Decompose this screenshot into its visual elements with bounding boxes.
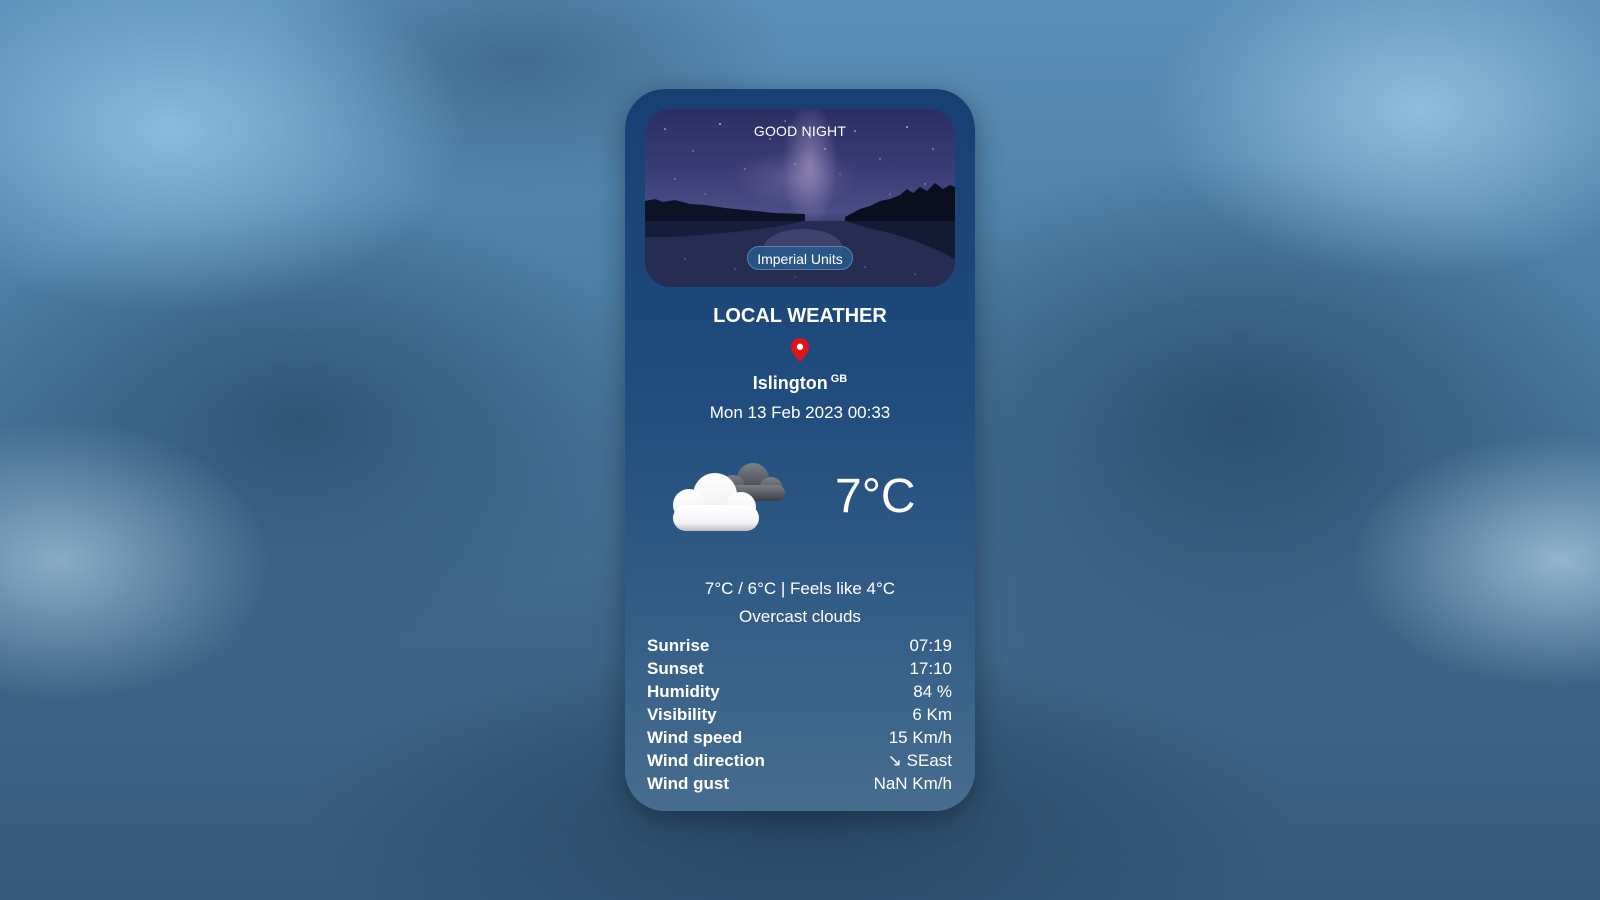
detail-value: 6 Km — [912, 705, 952, 724]
weather-description: Overcast clouds — [739, 607, 861, 626]
detail-label: Visibility — [647, 705, 717, 724]
min-max-feels-like: 7°C / 6°C | Feels like 4°C — [704, 579, 896, 598]
page-title: LOCAL WEATHER — [713, 305, 887, 327]
imperial-units-button[interactable]: Imperial Units — [747, 246, 853, 270]
detail-row-sunset: Sunset 17:10 — [647, 657, 952, 680]
detail-row-visibility: Visibility 6 Km — [647, 703, 952, 726]
page: { "header": { "greeting": "GOOD NIGHT", … — [0, 0, 1600, 900]
night-sky-image: GOOD NIGHT Imperial Units — [645, 109, 955, 287]
location-name: Islington GB — [625, 373, 975, 394]
detail-value: ↘ SEast — [887, 751, 952, 770]
country-code: GB — [830, 373, 848, 385]
detail-value: 17:10 — [909, 659, 952, 678]
detail-row-sunrise: Sunrise 07:19 — [647, 634, 952, 657]
detail-label: Wind speed — [647, 728, 743, 747]
detail-row-wind-gust: Wind gust NaN Km/h — [647, 772, 952, 795]
detail-row-humidity: Humidity 84 % — [647, 680, 952, 703]
city-name: Islington — [752, 373, 828, 393]
detail-value: 15 Km/h — [888, 728, 952, 747]
detail-label: Wind direction — [647, 751, 765, 770]
detail-value: 07:19 — [909, 636, 952, 655]
detail-label: Sunset — [647, 659, 704, 678]
detail-row-wind-speed: Wind speed 15 Km/h — [647, 726, 952, 749]
greeting-text: GOOD NIGHT — [753, 123, 847, 139]
detail-value: NaN Km/h — [873, 774, 952, 793]
detail-row-wind-direction: Wind direction ↘ SEast — [647, 749, 952, 772]
date-time: Mon 13 Feb 2023 00:33 — [709, 403, 891, 422]
weather-card: GOOD NIGHT Imperial Units LOCAL WEATHER … — [625, 89, 975, 811]
detail-label: Wind gust — [647, 774, 729, 793]
detail-label: Sunrise — [647, 636, 710, 655]
weather-details-list: Sunrise 07:19 Sunset 17:10 Humidity 84 %… — [647, 634, 952, 795]
overcast-clouds-icon — [673, 463, 785, 531]
detail-value: 84 % — [913, 682, 952, 701]
map-pin-icon — [791, 338, 809, 362]
current-temperature: 7°C — [835, 470, 916, 523]
detail-label: Humidity — [647, 682, 720, 701]
